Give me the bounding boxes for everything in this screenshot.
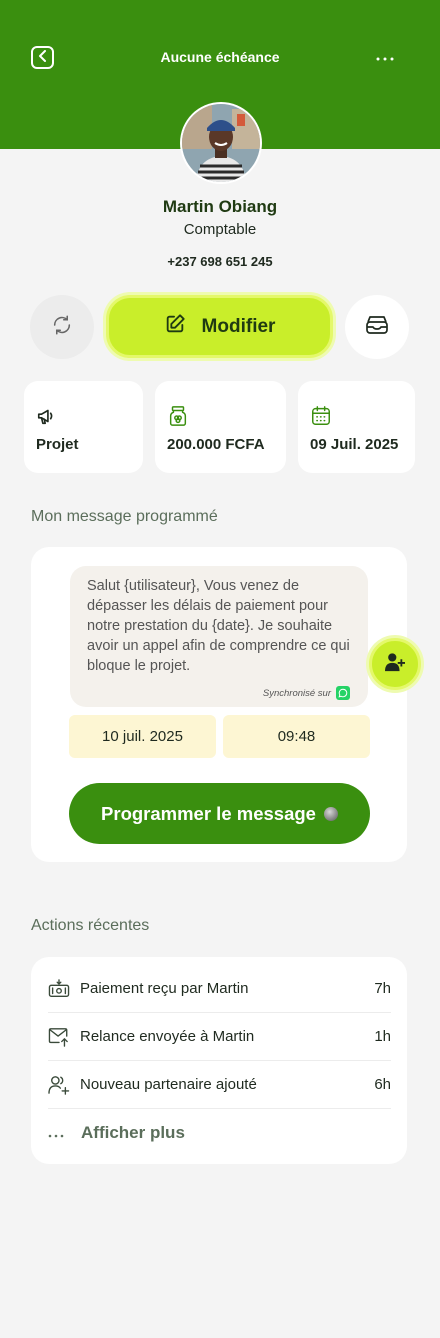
- message-bubble[interactable]: Salut {utilisateur}, Vous venez de dépas…: [70, 566, 368, 707]
- more-button[interactable]: [374, 44, 396, 70]
- recent-section-title: Actions récentes: [31, 917, 150, 934]
- list-item[interactable]: Relance envoyée à Martin 1h: [48, 1013, 391, 1061]
- globe-icon: [323, 806, 338, 821]
- megaphone-icon: [36, 405, 58, 432]
- sync-status: Synchronisé sur: [263, 686, 350, 700]
- info-card-label: Projet: [36, 436, 79, 453]
- whatsapp-icon: [336, 686, 350, 700]
- edit-button-label: Modifier: [201, 315, 276, 337]
- refresh-button[interactable]: [30, 295, 94, 359]
- ellipsis-icon: [376, 48, 394, 66]
- user-add-icon: [384, 652, 406, 677]
- cash-icon: [48, 978, 80, 999]
- add-contact-button[interactable]: [369, 638, 421, 690]
- contact-role: Comptable: [183, 221, 257, 238]
- mail-send-icon: [48, 1027, 80, 1047]
- action-time: 6h: [374, 1076, 391, 1093]
- info-card-amount[interactable]: 200.000 FCFA: [155, 381, 286, 473]
- avatar-photo: [182, 104, 260, 182]
- contact-name: Martin Obiang: [162, 197, 278, 216]
- time-picker[interactable]: 09:48: [223, 715, 370, 758]
- archive-icon: [365, 314, 389, 341]
- show-more-label: Afficher plus: [81, 1123, 185, 1142]
- archive-button[interactable]: [345, 295, 409, 359]
- contact-phone[interactable]: +237 698 651 245: [0, 254, 440, 269]
- message-text: Salut {utilisateur}, Vous venez de dépas…: [87, 578, 350, 674]
- action-label: Nouveau partenaire ajouté: [80, 1076, 257, 1093]
- action-time: 7h: [374, 980, 391, 997]
- user-add-icon: [48, 1075, 80, 1095]
- ellipsis-icon: [48, 1125, 81, 1142]
- schedule-message-button[interactable]: Programmer le message: [69, 783, 370, 844]
- info-card-label: 09 Juil. 2025: [310, 436, 399, 453]
- money-jar-icon: [167, 405, 189, 432]
- list-item[interactable]: Nouveau partenaire ajouté 6h: [48, 1061, 391, 1109]
- edit-icon: [164, 313, 186, 340]
- action-label: Relance envoyée à Martin: [80, 1028, 255, 1045]
- scheduled-message-card: Salut {utilisateur}, Vous venez de dépas…: [31, 547, 421, 862]
- refresh-icon: [51, 314, 73, 341]
- show-more-button[interactable]: Afficher plus: [48, 1109, 185, 1157]
- info-card-project[interactable]: Projet: [24, 381, 143, 473]
- action-time: 1h: [374, 1028, 391, 1045]
- schedule-button-label: Programmer le message: [101, 802, 316, 824]
- action-label: Paiement reçu par Martin: [80, 980, 249, 997]
- list-item[interactable]: Paiement reçu par Martin 7h: [48, 965, 391, 1013]
- info-card-date[interactable]: 09 Juil. 2025: [298, 381, 415, 473]
- date-picker[interactable]: 10 juil. 2025: [69, 715, 216, 758]
- avatar: [180, 102, 262, 184]
- info-card-label: 200.000 FCFA: [167, 436, 265, 453]
- calendar-icon: [310, 405, 332, 432]
- recent-actions-card: Paiement reçu par Martin 7h Relance envo…: [31, 957, 407, 1164]
- edit-button[interactable]: Modifier: [106, 295, 333, 358]
- scheduled-section-title: Mon message programmé: [31, 508, 218, 525]
- sync-label: Synchronisé sur: [262, 687, 331, 699]
